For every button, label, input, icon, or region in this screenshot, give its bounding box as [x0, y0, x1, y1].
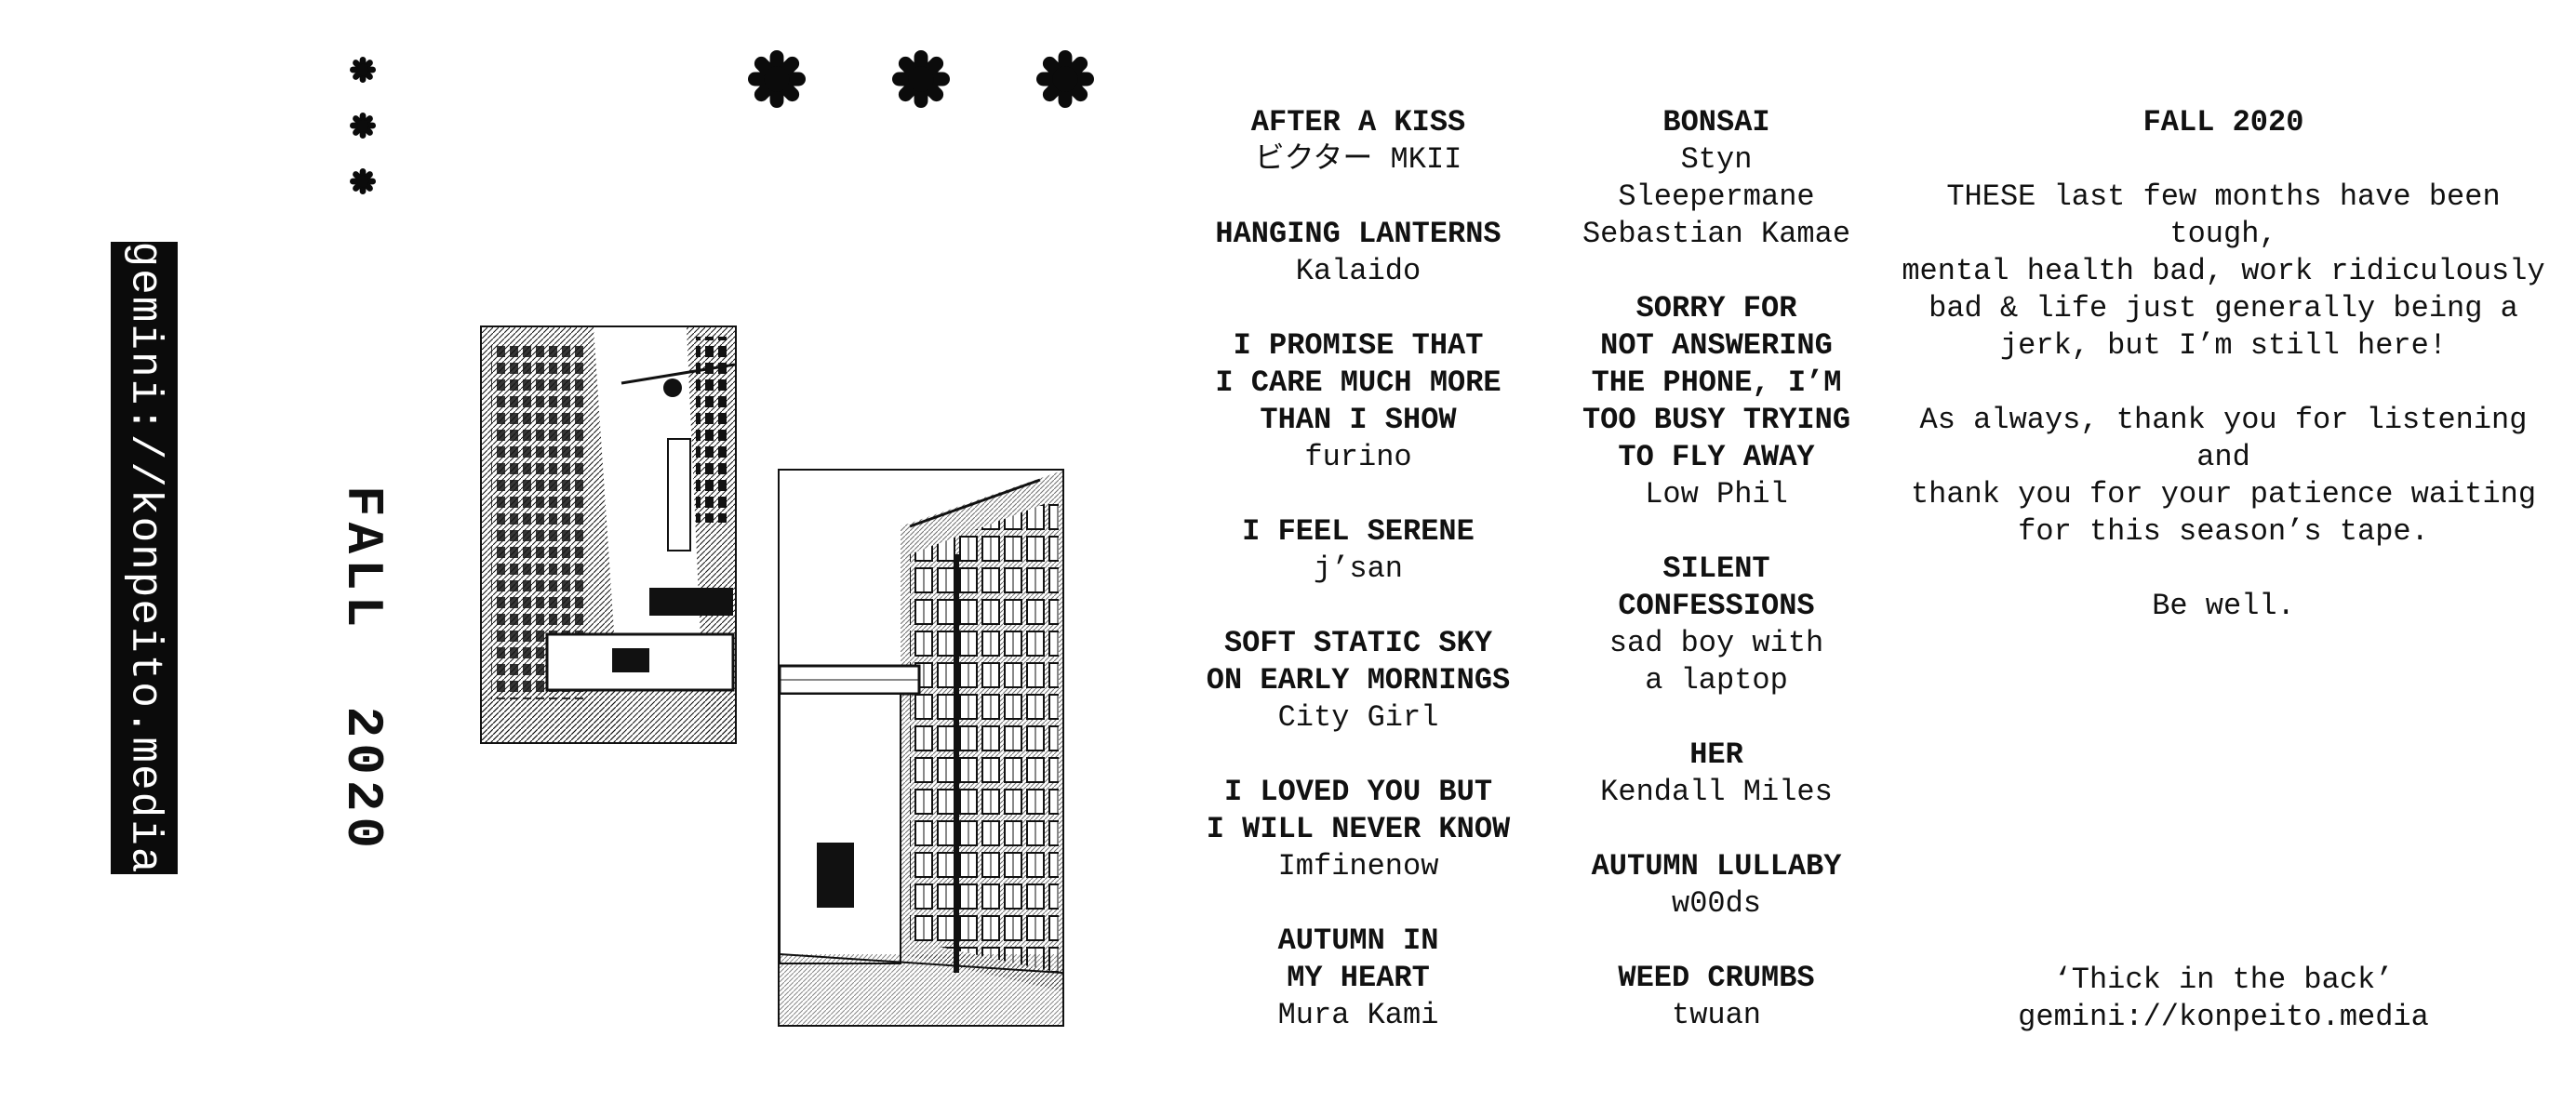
city-illustration-panel-1: [480, 326, 737, 744]
track-title: AFTER A KISS: [1250, 105, 1466, 140]
track-title: SOFT STATIC SKY ON EARLY MORNINGS: [1206, 626, 1511, 698]
track-artist: Kalaido: [1295, 254, 1421, 288]
track-artist: Mura Kami: [1277, 998, 1439, 1032]
track-artist: ビクター MKII: [1254, 142, 1462, 177]
track-title: AUTUMN IN MY HEART: [1277, 923, 1439, 995]
flower-asterisk-icon: [892, 50, 950, 108]
flower-asterisk-icon: [748, 50, 806, 108]
track-artist: Styn Sleepermane Sebastian Kamae: [1582, 142, 1851, 251]
track-item: SORRY FOR NOT ANSWERING THE PHONE, I’M T…: [1563, 290, 1870, 513]
notes-paragraph: THESE last few months have been tough, m…: [1902, 179, 2545, 363]
track-item: I FEEL SERENE j’san: [1205, 513, 1512, 588]
footer-tagline: ‘Thick in the back’: [2053, 963, 2394, 997]
track-artist: w00ds: [1671, 886, 1761, 921]
track-title: BONSAI: [1662, 105, 1770, 140]
track-title: I FEEL SERENE: [1242, 514, 1475, 549]
track-artist: City Girl: [1277, 700, 1439, 735]
track-item: HER Kendall Miles: [1563, 737, 1870, 811]
footer-url: gemini://konpeito.media: [2018, 1000, 2429, 1034]
spine-season: FALL 2020: [316, 484, 409, 856]
track-item: SOFT STATIC SKY ON EARLY MORNINGS City G…: [1205, 625, 1512, 737]
tracklist-column-1: AFTER A KISS ビクター MKII HANGING LANTERNS …: [1205, 104, 1512, 1071]
track-title: SORRY FOR NOT ANSWERING THE PHONE, I’M T…: [1582, 291, 1851, 474]
track-artist: twuan: [1671, 998, 1761, 1032]
track-title: I PROMISE THAT I CARE MUCH MORE THAN I S…: [1215, 328, 1502, 437]
spine-season-text: FALL 2020: [333, 485, 393, 855]
liner-notes: FALL 2020 THESE last few months have bee…: [1898, 104, 2549, 662]
flower-asterisk-icon: [350, 113, 376, 139]
spine-label: gemini://konpeito.media: [111, 242, 178, 874]
spine-url: gemini://konpeito.media: [120, 241, 168, 875]
track-title: SILENT CONFESSIONS: [1618, 551, 1815, 623]
cover-stars: [748, 50, 1094, 108]
notes-title: FALL 2020: [2142, 105, 2304, 140]
flower-asterisk-icon: [350, 57, 376, 83]
track-artist: j’san: [1313, 551, 1403, 586]
track-artist: sad boy with a laptop: [1608, 626, 1824, 698]
track-item: WEED CRUMBS twuan: [1563, 960, 1870, 1034]
track-artist: Imfinenow: [1277, 849, 1439, 884]
city-illustration-panel-2: [778, 469, 1064, 1027]
notes-paragraph: As always, thank you for listening and t…: [1910, 403, 2537, 549]
track-item: AUTUMN LULLABY w00ds: [1563, 848, 1870, 923]
track-item: I PROMISE THAT I CARE MUCH MORE THAN I S…: [1205, 327, 1512, 476]
spine-stars: [350, 57, 376, 194]
track-item: BONSAI Styn Sleepermane Sebastian Kamae: [1563, 104, 1870, 253]
notes-footer: ‘Thick in the back’ gemini://konpeito.me…: [1898, 962, 2549, 1036]
track-title: HANGING LANTERNS: [1215, 217, 1502, 251]
flower-asterisk-icon: [1036, 50, 1094, 108]
flower-asterisk-icon: [350, 168, 376, 194]
track-title: WEED CRUMBS: [1618, 961, 1815, 995]
track-artist: furino: [1304, 440, 1412, 474]
track-title: HER: [1689, 737, 1743, 772]
track-item: AFTER A KISS ビクター MKII: [1205, 104, 1512, 179]
track-item: SILENT CONFESSIONS sad boy with a laptop: [1563, 551, 1870, 699]
track-item: AUTUMN IN MY HEART Mura Kami: [1205, 923, 1512, 1034]
track-item: I LOVED YOU BUT I WILL NEVER KNOW Imfine…: [1205, 774, 1512, 885]
track-artist: Low Phil: [1645, 477, 1788, 512]
notes-signoff: Be well.: [2152, 589, 2295, 623]
track-title: I LOVED YOU BUT I WILL NEVER KNOW: [1206, 775, 1511, 846]
track-item: HANGING LANTERNS Kalaido: [1205, 216, 1512, 290]
track-title: AUTUMN LULLABY: [1591, 849, 1842, 884]
track-artist: Kendall Miles: [1600, 775, 1833, 809]
tracklist-column-2: BONSAI Styn Sleepermane Sebastian Kamae …: [1563, 104, 1870, 1071]
